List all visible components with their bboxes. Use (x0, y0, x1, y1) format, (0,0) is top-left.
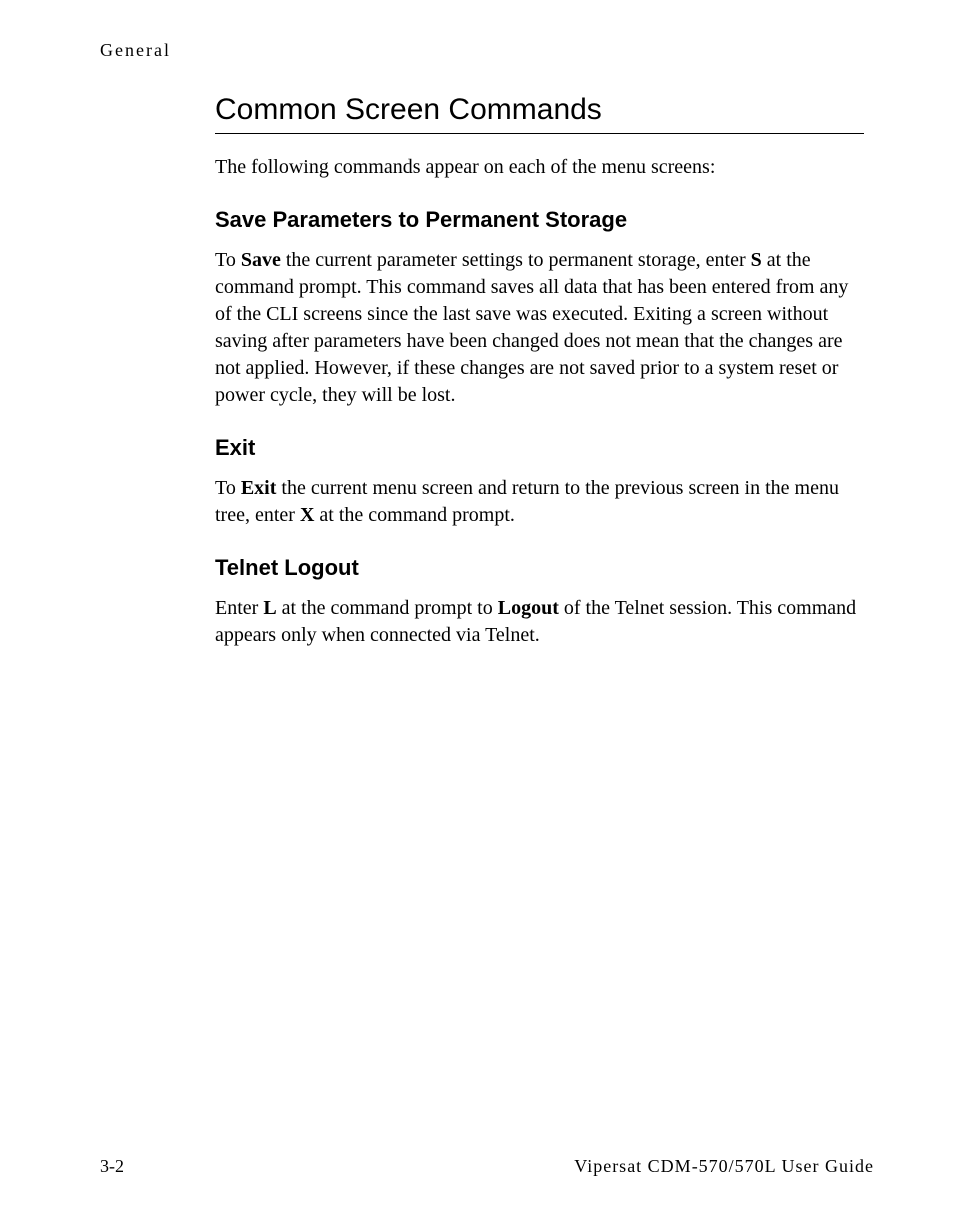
footer: 3-2 Vipersat CDM-570/570L User Guide (100, 1156, 874, 1177)
text: the current parameter settings to perman… (281, 249, 751, 271)
section-title: Common Screen Commands (215, 93, 864, 134)
guide-title: Vipersat CDM-570/570L User Guide (574, 1156, 874, 1177)
text: at the command prompt. (314, 504, 515, 526)
text: at the command prompt. This command save… (215, 249, 848, 406)
text: Enter (215, 597, 263, 619)
save-heading: Save Parameters to Permanent Storage (215, 207, 864, 233)
section-intro: The following commands appear on each of… (215, 154, 864, 181)
telnet-heading: Telnet Logout (215, 555, 864, 581)
bold-exit: Exit (241, 477, 277, 499)
running-head: General (100, 40, 874, 61)
save-paragraph: To Save the current parameter settings t… (215, 247, 864, 409)
bold-l-key: L (263, 597, 276, 619)
telnet-paragraph: Enter L at the command prompt to Logout … (215, 595, 864, 649)
exit-heading: Exit (215, 435, 864, 461)
text: at the command prompt to (277, 597, 498, 619)
text: To (215, 249, 241, 271)
exit-paragraph: To Exit the current menu screen and retu… (215, 475, 864, 529)
bold-x-key: X (300, 504, 314, 526)
text: To (215, 477, 241, 499)
bold-s-key: S (751, 249, 762, 271)
bold-logout: Logout (498, 597, 559, 619)
page-number: 3-2 (100, 1156, 124, 1177)
bold-save: Save (241, 249, 281, 271)
content-area: Common Screen Commands The following com… (215, 93, 864, 649)
page: General Common Screen Commands The follo… (0, 0, 954, 1227)
